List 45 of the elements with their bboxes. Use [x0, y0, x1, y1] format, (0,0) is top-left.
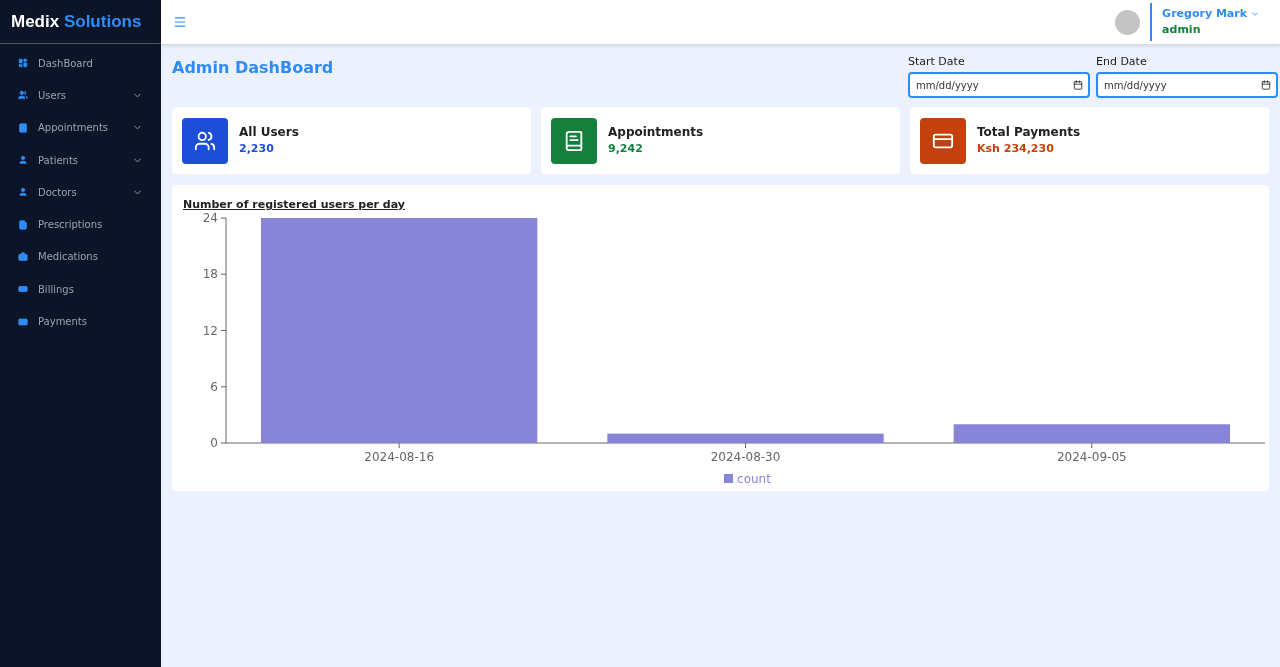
calendar-icon[interactable]	[1073, 79, 1083, 90]
date-label: Start Date	[908, 54, 966, 70]
sidebar-item[interactable]: Medications	[0, 240, 161, 274]
stat-value: Ksh 234,230	[977, 141, 1055, 158]
menu-item-icon	[18, 155, 28, 166]
y-tick-label: 0	[210, 435, 218, 450]
x-tick-label: 2024-09-05	[1056, 449, 1127, 464]
stat-title: All Users	[239, 124, 299, 142]
menu-item-icon	[18, 187, 28, 198]
menu-item-icon	[18, 251, 28, 262]
menu-item-icon	[18, 316, 28, 327]
y-tick-label: 6	[210, 379, 218, 394]
y-tick-label: 18	[202, 266, 218, 281]
user-role: admin	[1162, 22, 1202, 38]
sidebar-item[interactable]: Prescriptions	[0, 208, 161, 241]
date-field[interactable]: mm/dd/yyyy	[1096, 72, 1278, 98]
menu-item-icon	[18, 219, 28, 230]
y-tick-label: 12	[202, 323, 218, 337]
menu-item-icon	[18, 58, 28, 69]
calendar-icon[interactable]	[1261, 79, 1271, 90]
y-tick-label: 24	[202, 210, 218, 225]
stat-value: 9,242	[608, 141, 644, 158]
date-label: End Date	[1096, 54, 1148, 70]
date-field[interactable]: mm/dd/yyyy	[908, 72, 1090, 98]
sidebar-item[interactable]: Patients	[0, 143, 161, 177]
page-title: Admin DashBoard	[172, 57, 334, 79]
menu-item-icon	[18, 90, 28, 101]
brand-logo[interactable]: Medix Solutions	[11, 8, 142, 35]
avatar	[1115, 9, 1141, 35]
menu-item-icon	[18, 122, 28, 133]
sidebar-item[interactable]: DashBoard	[0, 47, 161, 80]
x-tick-label: 2024-08-30	[710, 449, 781, 464]
menu-item-icon	[18, 284, 28, 295]
stat-title: Appointments	[608, 124, 704, 142]
stat-value: 2,230	[239, 141, 275, 158]
sidebar-item[interactable]: Billings	[0, 273, 161, 306]
sidebar-item[interactable]: Doctors	[0, 176, 161, 209]
sidebar-item[interactable]: Users	[0, 79, 161, 112]
legend-label: count	[737, 470, 771, 488]
legend-swatch-icon	[724, 474, 734, 483]
sidebar-item[interactable]: Payments	[0, 305, 161, 338]
stat-title: Total Payments	[977, 124, 1081, 142]
chart-title: Number of registered users per day	[183, 197, 405, 213]
x-tick-label: 2024-08-16	[364, 449, 435, 464]
sidebar-item[interactable]: Appointments	[0, 111, 161, 144]
